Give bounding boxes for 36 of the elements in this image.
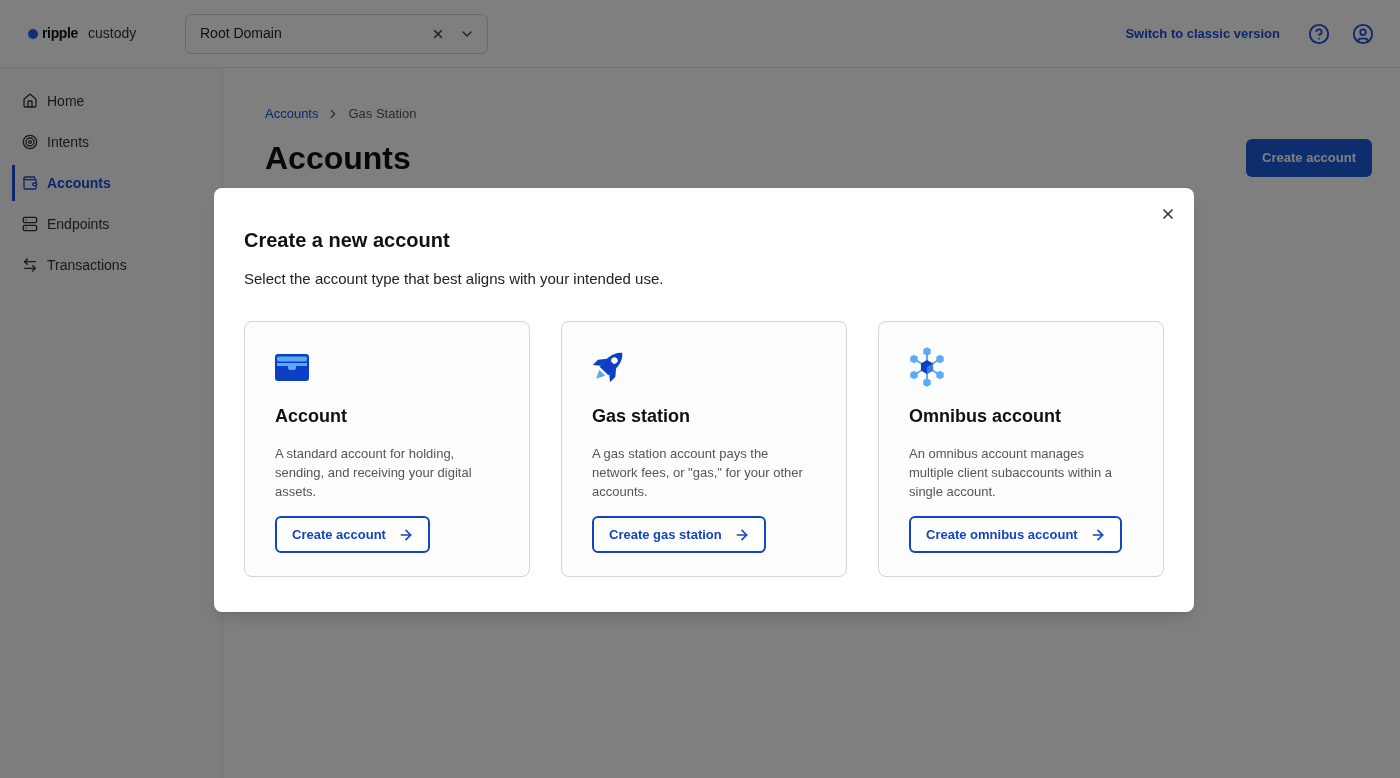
card-action-button[interactable]: Create account [275,516,430,553]
user-icon[interactable] [1352,22,1374,45]
product-name: custody [88,24,137,43]
sidebar-item[interactable]: Accounts [12,165,210,201]
modal-subtitle: Select the account type that best aligns with your intended use. [244,269,665,289]
help-icon[interactable] [1308,22,1330,45]
arrows-icon [22,257,38,273]
server-icon [22,216,38,232]
breadcrumb-link[interactable]: Accounts [265,104,319,124]
card-description: A gas station account pays the network fees, or "gas," for your other accounts. [592,445,804,501]
sidebar-item[interactable]: Transactions [12,247,210,283]
modal-title: Create a new account [244,228,451,252]
sidebar-item[interactable]: Home [12,83,210,119]
card-title: Gas station [592,405,692,428]
create-account-button[interactable]: Create account [1246,138,1372,177]
target-icon [22,134,38,150]
logo-mark-icon [28,28,38,39]
card-title: Omnibus account [909,405,1062,428]
card-description: An omnibus account manages multiple client subaccounts within a single account. [909,445,1114,501]
switch-version-link[interactable]: Switch to classic version [1125,23,1280,44]
hexagon-network-icon [909,347,945,387]
page-title: Accounts [265,138,411,178]
domain-select[interactable]: Root Domain [185,13,488,54]
card-description: A standard account for holding, sending, and receiving your digital assets. [275,445,473,501]
card-action-button[interactable]: Create omnibus account [909,516,1122,553]
card-title: Account [275,405,348,428]
sidebar-item[interactable]: Endpoints [12,206,210,242]
rocket-icon [592,351,624,383]
sidebar-item[interactable]: Intents [12,124,210,160]
house-icon [22,93,38,109]
wallet-icon [22,175,38,191]
brand-name: ripple [42,24,79,43]
card-action-button[interactable]: Create gas station [592,516,766,553]
breadcrumb-current: Gas Station [348,105,417,123]
close-icon[interactable] [1160,206,1176,222]
card-tray-icon [275,351,309,383]
